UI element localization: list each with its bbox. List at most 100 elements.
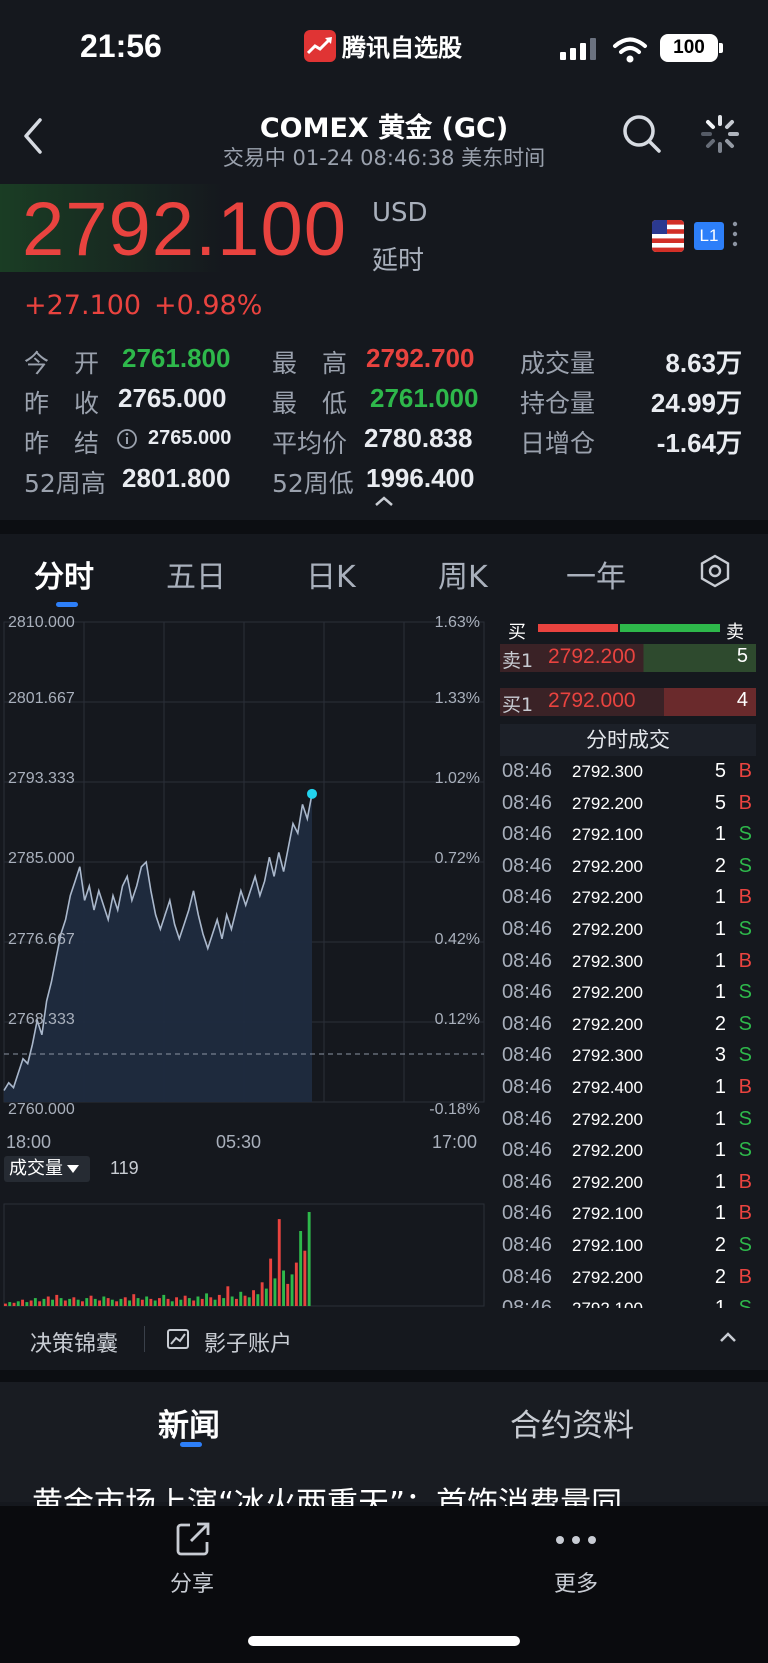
news-headline[interactable]: 黄金市场上演“冰火两重天”：首饰消费量同 <box>32 1478 752 1506</box>
ask-level-1[interactable]: 卖1 2792.200 5 <box>500 644 756 672</box>
more-horizontal-icon[interactable] <box>554 1534 598 1546</box>
buy-label: 买 <box>508 622 526 643</box>
x-label: 05:30 <box>216 1132 262 1152</box>
trade-time: 08:46 <box>502 1107 553 1130</box>
tab-intraday[interactable]: 分时 <box>34 552 94 596</box>
tab-weekly-k[interactable]: 周K <box>438 552 488 596</box>
y-label: 2810.000 <box>8 614 75 631</box>
volume-bar <box>307 1212 311 1306</box>
volume-bar <box>286 1283 290 1306</box>
shadow-account-button[interactable]: 影子账户 <box>204 1326 292 1358</box>
chevron-up-icon[interactable] <box>372 494 396 508</box>
share-button[interactable]: 分享 <box>0 1566 384 1598</box>
trade-price: 2792.200 <box>572 919 643 939</box>
y-label-pct: 1.33% <box>434 690 480 707</box>
buy-ratio-bar <box>538 624 618 632</box>
trade-volume: 2 <box>714 854 726 877</box>
volume-bar <box>38 1301 42 1306</box>
decision-kit-button[interactable]: 决策锦囊 <box>30 1326 118 1358</box>
loading-spinner-icon <box>701 115 739 153</box>
y-label-pct: 1.02% <box>434 770 480 787</box>
trade-time: 08:46 <box>502 981 553 1004</box>
volume-bar <box>235 1298 238 1306</box>
volume-bar <box>175 1297 178 1306</box>
volume-bar <box>222 1298 226 1306</box>
volume-bar <box>260 1282 264 1306</box>
chart-account-icon[interactable] <box>166 1327 190 1351</box>
trade-time: 08:46 <box>502 917 553 940</box>
trade-price: 2792.100 <box>572 825 643 845</box>
battery-icon: 100 <box>660 34 718 62</box>
volume-bar <box>123 1297 127 1306</box>
volume-bar <box>68 1298 72 1306</box>
volume-bar <box>149 1298 153 1306</box>
ask-label: 卖1 <box>502 650 534 672</box>
trade-volume: 2 <box>714 1012 726 1035</box>
volume-bar <box>16 1301 20 1306</box>
delay-label: 延时 <box>372 246 425 276</box>
volume-bar <box>230 1296 234 1306</box>
trade-side: S <box>738 917 752 940</box>
chevron-up-icon[interactable] <box>718 1330 738 1344</box>
volume-bar <box>200 1298 204 1306</box>
volume-bar <box>247 1297 251 1306</box>
trade-time: 08:46 <box>502 886 553 909</box>
volume-frame <box>3 1203 485 1307</box>
stat-52w-high: 2801.800 <box>122 463 231 493</box>
y-label: 2760.000 <box>8 1101 75 1118</box>
trade-price: 2792.300 <box>572 951 643 971</box>
x-label: 18:00 <box>6 1132 52 1152</box>
trade-side: B <box>738 1075 752 1098</box>
battery-tip <box>719 43 723 53</box>
volume-bar <box>136 1298 140 1306</box>
stat-label: 昨 结 <box>24 429 100 458</box>
stat-low: 2761.000 <box>370 383 479 413</box>
stat-label: 最 低 <box>272 389 348 418</box>
more-vertical-icon[interactable] <box>730 220 740 248</box>
trade-price: 2792.100 <box>572 1235 643 1255</box>
trade-time: 08:46 <box>502 854 553 877</box>
y-label-pct: 0.42% <box>434 931 480 948</box>
tab-one-year[interactable]: 一年 <box>566 552 626 596</box>
volume-bar <box>51 1299 54 1306</box>
volume-bar <box>89 1295 93 1306</box>
trade-row: 08:46 2792.200 1 S <box>500 1104 756 1136</box>
volume-bar <box>303 1250 307 1306</box>
tab-five-day[interactable]: 五日 <box>166 552 226 596</box>
trade-row: 08:46 2792.300 5 B <box>500 756 756 788</box>
trade-row: 08:46 2792.100 1 B <box>500 1198 756 1230</box>
tab-news[interactable]: 新闻 <box>158 1400 220 1445</box>
level-badge[interactable]: L1 <box>694 222 724 250</box>
trade-side: B <box>738 760 752 782</box>
bid-label: 买1 <box>502 694 534 716</box>
share-icon[interactable] <box>174 1520 212 1558</box>
trade-row: 08:46 2792.200 2 S <box>500 1009 756 1041</box>
volume-bar <box>140 1299 144 1306</box>
time-sales-list[interactable]: 08:46 2792.300 5 B 08:46 2792.200 5 B 08:46 2792.… <box>500 756 756 1308</box>
volume-bar <box>299 1231 303 1306</box>
price-change: +27.100 <box>24 290 142 321</box>
bid-level-1[interactable]: 买1 2792.000 4 <box>500 688 756 716</box>
trade-side: S <box>738 981 752 1004</box>
volume-bar <box>8 1302 12 1306</box>
volume-bar <box>273 1278 277 1306</box>
intraday-chart[interactable] <box>0 608 500 1310</box>
y-label-pct: 0.12% <box>434 1011 480 1028</box>
trade-volume: 1 <box>714 1139 726 1162</box>
search-icon[interactable] <box>620 112 664 156</box>
info-icon[interactable] <box>116 428 138 450</box>
volume-bar <box>209 1297 213 1306</box>
us-flag-icon[interactable] <box>652 220 684 252</box>
trade-volume: 1 <box>714 1202 726 1225</box>
stat-avg-price: 2780.838 <box>364 423 473 453</box>
trade-side: B <box>738 1202 752 1225</box>
volume-bar <box>217 1294 221 1306</box>
volume-bar <box>277 1219 281 1306</box>
more-button[interactable]: 更多 <box>384 1566 768 1598</box>
tab-contract-info[interactable]: 合约资料 <box>510 1400 634 1445</box>
cellular-signal-icon <box>560 38 596 60</box>
volume-indicator-dropdown[interactable]: 成交量 <box>4 1156 90 1182</box>
trade-side: S <box>739 1297 752 1308</box>
tab-daily-k[interactable]: 日K <box>306 552 356 596</box>
settings-icon[interactable] <box>698 554 732 588</box>
